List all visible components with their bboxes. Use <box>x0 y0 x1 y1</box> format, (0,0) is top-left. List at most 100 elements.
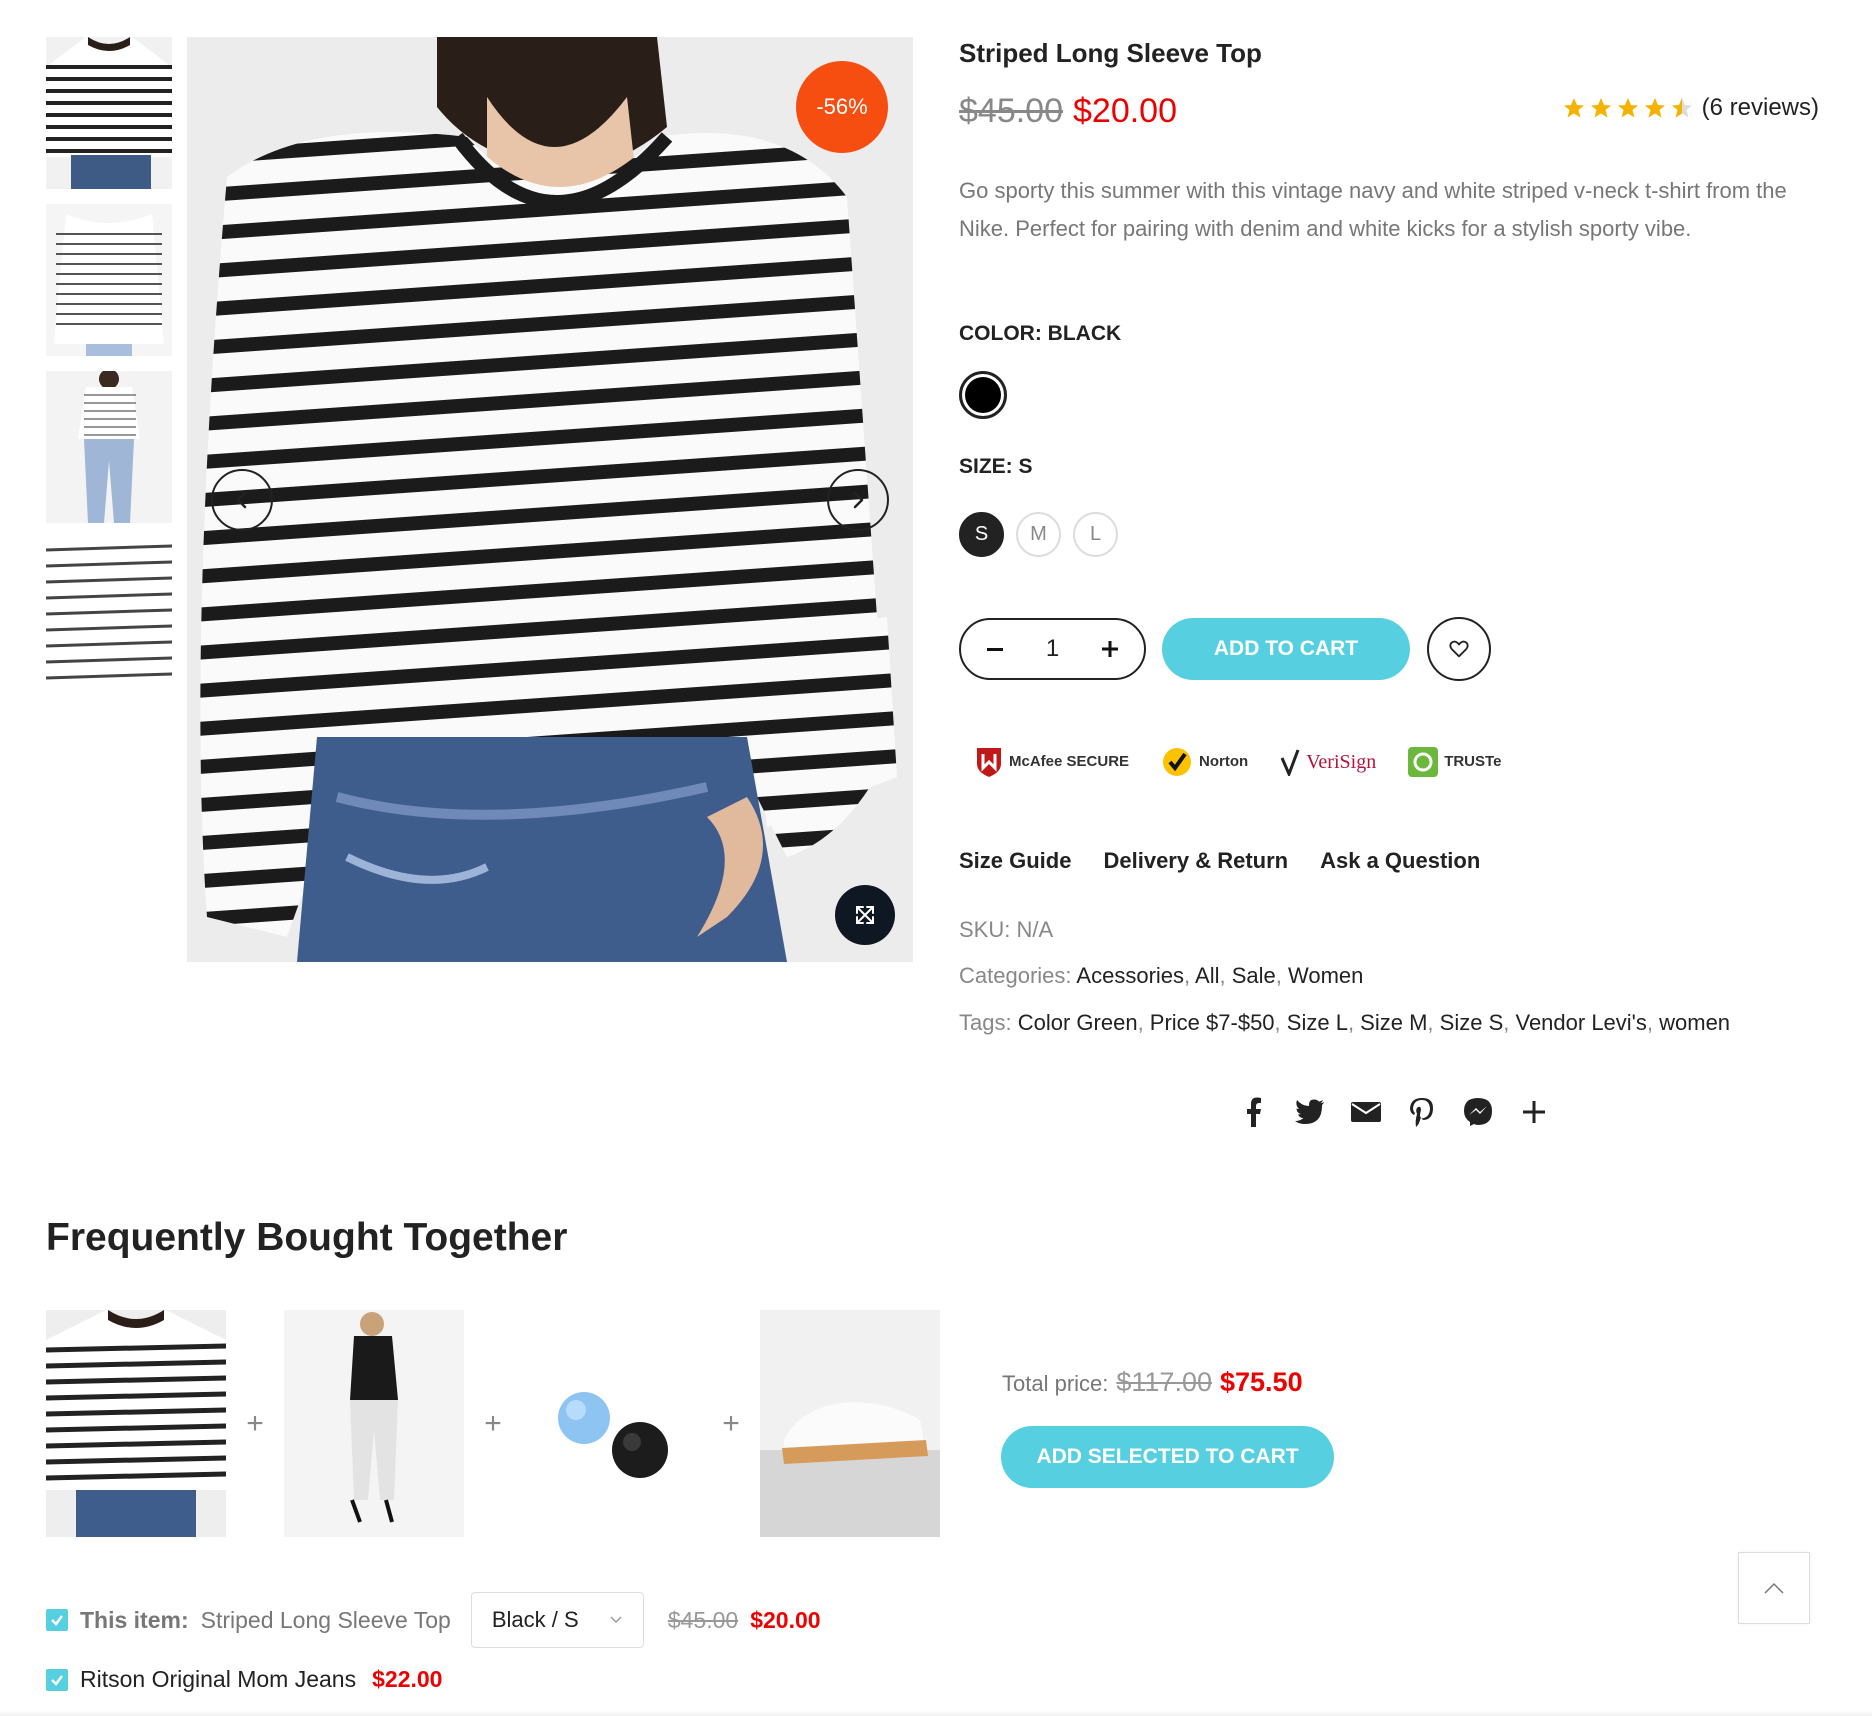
tag-link[interactable]: women <box>1659 1010 1730 1035</box>
truste-text: TRUSTe <box>1444 753 1502 770</box>
striped-top-image <box>46 1310 226 1537</box>
heart-icon <box>1449 640 1469 658</box>
minus-icon <box>987 648 1003 651</box>
thumbnail-image <box>46 371 172 523</box>
fbt-item-name[interactable]: Ritson Original Mom Jeans <box>80 1666 356 1693</box>
review-count[interactable]: (6 reviews) <box>1702 94 1819 122</box>
zoom-button[interactable] <box>835 885 895 945</box>
facebook-icon <box>1247 1097 1261 1127</box>
trust-badges: McAfee SECURE Norton VeriSign TRUSTe <box>975 740 1501 784</box>
tags-row: Tags: Color Green, Price $7-$50, Size L,… <box>959 1010 1731 1035</box>
delivery-return-link[interactable]: Delivery & Return <box>1103 848 1288 874</box>
fbt-product-image-3[interactable] <box>522 1310 702 1537</box>
star-icon <box>1644 98 1665 118</box>
twitter-icon <box>1295 1099 1324 1124</box>
verisign-text: VeriSign <box>1306 751 1377 773</box>
facebook-share-button[interactable] <box>1238 1096 1270 1128</box>
email-icon <box>1351 1102 1381 1122</box>
tag-link[interactable]: Size M <box>1360 1010 1427 1035</box>
fbt-item-old-price: $45.00 <box>667 1606 739 1633</box>
size-option-m[interactable]: M <box>1016 512 1061 557</box>
size-option-l[interactable]: L <box>1073 512 1118 557</box>
total-price-label: Total price: <box>1002 1371 1109 1396</box>
fbt-product-image-2[interactable] <box>284 1310 464 1537</box>
verisign-check-icon <box>1280 749 1300 776</box>
increase-quantity-button[interactable] <box>1096 635 1124 663</box>
categories-label: Categories: <box>959 963 1072 988</box>
chevron-up-icon <box>1764 1582 1784 1594</box>
next-image-button[interactable] <box>827 469 889 531</box>
tag-link[interactable]: Vendor Levi's <box>1515 1010 1646 1035</box>
size-label: SIZE: S <box>959 455 1033 478</box>
size-guide-link[interactable]: Size Guide <box>959 848 1071 874</box>
thumbnail-3[interactable] <box>46 371 172 523</box>
color-swatch-black[interactable] <box>959 371 1007 419</box>
fbt-item-checkbox[interactable] <box>46 1609 68 1631</box>
variant-select[interactable]: Black / S <box>470 1592 644 1648</box>
pinterest-share-button[interactable] <box>1406 1096 1438 1128</box>
thumbnail-4[interactable] <box>46 538 172 690</box>
sneaker-image <box>760 1310 940 1537</box>
main-product-image[interactable]: -56% <box>187 37 913 962</box>
tag-link[interactable]: Color Green <box>1018 1010 1138 1035</box>
plus-icon: + <box>246 1406 264 1440</box>
rating[interactable]: (6 reviews) <box>1562 94 1819 122</box>
wishlist-button[interactable] <box>1427 617 1491 681</box>
tag-link[interactable]: Size L <box>1287 1010 1348 1035</box>
star-icon <box>1563 98 1584 118</box>
fbt-item-price: $20.00 <box>750 1606 821 1633</box>
quantity-input[interactable]: 1 <box>1046 635 1059 663</box>
fbt-item-row: This item: Striped Long Sleeve Top Black… <box>46 1592 821 1648</box>
fbt-product-image-4[interactable] <box>760 1310 940 1537</box>
messenger-share-button[interactable] <box>1462 1096 1494 1128</box>
pinterest-icon <box>1410 1098 1433 1127</box>
variant-selected-value: Black / S <box>491 1607 579 1632</box>
expand-icon <box>856 906 874 924</box>
previous-image-button[interactable] <box>211 469 273 531</box>
tag-link[interactable]: Price $7-$50 <box>1150 1010 1275 1035</box>
product-description: Go sporty this summer with this vintage … <box>959 178 1787 241</box>
size-option-s[interactable]: S <box>959 512 1004 557</box>
category-link[interactable]: Acessories <box>1076 963 1184 988</box>
color-label: COLOR: BLACK <box>959 322 1122 345</box>
mom-jeans-image <box>284 1310 464 1537</box>
messenger-icon <box>1464 1098 1492 1126</box>
old-price: $45.00 <box>959 92 1063 130</box>
fbt-item-row: Ritson Original Mom Jeans $22.00 <box>46 1666 442 1693</box>
plus-icon: + <box>722 1406 740 1440</box>
check-icon <box>51 1674 63 1686</box>
email-share-button[interactable] <box>1350 1096 1382 1128</box>
add-selected-to-cart-button[interactable]: ADD SELECTED TO CART <box>1001 1426 1334 1488</box>
star-rating <box>1562 96 1694 120</box>
twitter-share-button[interactable] <box>1294 1096 1326 1128</box>
star-icon <box>1590 98 1611 118</box>
star-half-icon <box>1671 98 1692 118</box>
category-link[interactable]: All <box>1195 963 1219 988</box>
fbt-total: Total price: $117.00 $75.50 <box>1002 1367 1303 1398</box>
category-link[interactable]: Women <box>1288 963 1363 988</box>
swatch-fill <box>965 377 1001 413</box>
plus-icon: + <box>484 1406 502 1440</box>
product-title: Striped Long Sleeve Top <box>959 38 1262 68</box>
category-link[interactable]: Sale <box>1232 963 1276 988</box>
check-icon <box>51 1615 63 1626</box>
thumbnail-1[interactable] <box>46 37 172 189</box>
star-icon <box>1617 98 1638 118</box>
fbt-product-image-1[interactable] <box>46 1310 226 1537</box>
sku-label: SKU: <box>959 917 1011 942</box>
thumbnail-2[interactable] <box>46 204 172 356</box>
add-to-cart-button[interactable]: ADD TO CART <box>1162 618 1410 680</box>
truste-icon <box>1408 747 1439 777</box>
more-share-button[interactable] <box>1518 1096 1550 1128</box>
total-old-price: $117.00 <box>1116 1367 1212 1397</box>
fbt-item-checkbox[interactable] <box>46 1668 68 1691</box>
decrease-quantity-button[interactable] <box>981 635 1009 663</box>
tag-link[interactable]: Size S <box>1440 1010 1504 1035</box>
chevron-down-icon <box>610 1616 622 1624</box>
back-to-top-button[interactable] <box>1738 1552 1810 1624</box>
fbt-title: Frequently Bought Together <box>46 1216 568 1259</box>
fbt-item-name[interactable]: Striped Long Sleeve Top <box>201 1607 451 1634</box>
plus-icon <box>1101 641 1118 657</box>
norton-badge: Norton <box>1161 740 1248 784</box>
ask-question-link[interactable]: Ask a Question <box>1320 848 1480 874</box>
